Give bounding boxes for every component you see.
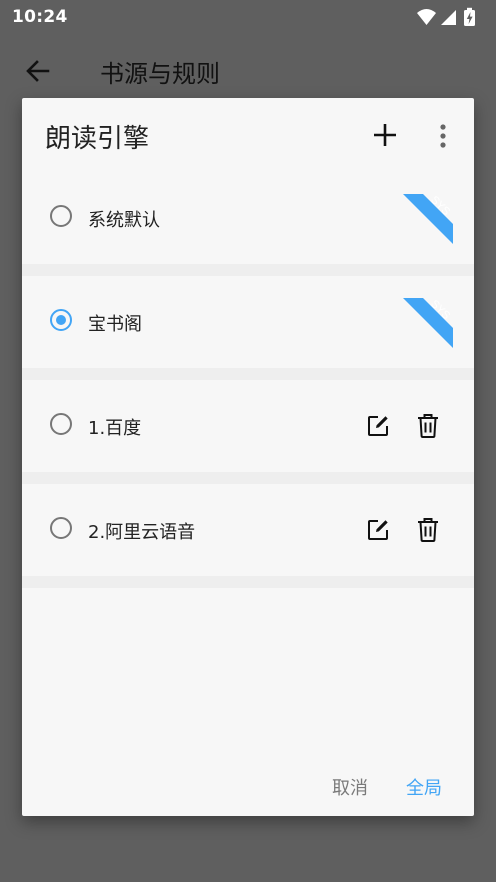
- radio-button[interactable]: [50, 413, 72, 435]
- radio-button[interactable]: [50, 517, 72, 539]
- status-time: 10:24: [12, 7, 68, 27]
- more-button[interactable]: [430, 122, 456, 150]
- radio-button-checked[interactable]: [50, 309, 72, 331]
- engine-label: 宝书阁: [88, 314, 142, 335]
- back-button[interactable]: [22, 56, 56, 86]
- engine-item-system-default[interactable]: 系统默认 SYS: [22, 172, 474, 264]
- edit-icon: [368, 416, 388, 436]
- engine-list: 系统默认 SYS 宝书阁 SYS 1.百度 2.阿里云语音: [22, 172, 474, 588]
- edit-button[interactable]: [366, 414, 390, 438]
- delete-button[interactable]: [416, 517, 440, 543]
- app-title: 书源与规则: [100, 60, 220, 88]
- edit-button[interactable]: [366, 518, 390, 542]
- plus-icon: [374, 124, 396, 146]
- divider: [22, 368, 474, 380]
- cancel-button[interactable]: 取消: [332, 774, 368, 800]
- engine-label: 1.百度: [88, 418, 142, 439]
- engine-item-baidu[interactable]: 1.百度: [22, 380, 474, 472]
- divider: [22, 576, 474, 588]
- divider: [22, 264, 474, 276]
- sys-tag: SYS: [403, 194, 453, 244]
- status-icons: [416, 7, 480, 27]
- engine-item-baoshuge[interactable]: 宝书阁 SYS: [22, 276, 474, 368]
- signal-icon: [441, 10, 456, 25]
- engine-label: 系统默认: [88, 210, 160, 231]
- trash-icon: [418, 414, 438, 438]
- engine-item-aliyun[interactable]: 2.阿里云语音: [22, 484, 474, 576]
- edit-icon: [368, 520, 388, 540]
- dialog-title: 朗读引擎: [45, 124, 150, 154]
- wifi-icon: [417, 9, 436, 25]
- arrow-left-icon: [26, 60, 50, 82]
- add-button[interactable]: [370, 120, 400, 150]
- radio-button[interactable]: [50, 205, 72, 227]
- delete-button[interactable]: [416, 413, 440, 439]
- global-button[interactable]: 全局: [406, 774, 442, 800]
- trash-icon: [418, 518, 438, 542]
- status-bar: 10:24: [0, 0, 496, 34]
- tts-engine-dialog: 朗读引擎 系统默认 SYS 宝书阁 SYS 1.百度 2.阿里云语音 取消 全局: [22, 98, 474, 816]
- more-vert-icon: [440, 124, 446, 148]
- sys-tag: SYS: [403, 298, 453, 348]
- engine-label: 2.阿里云语音: [88, 522, 196, 543]
- battery-charging-icon: [464, 7, 475, 26]
- divider: [22, 472, 474, 484]
